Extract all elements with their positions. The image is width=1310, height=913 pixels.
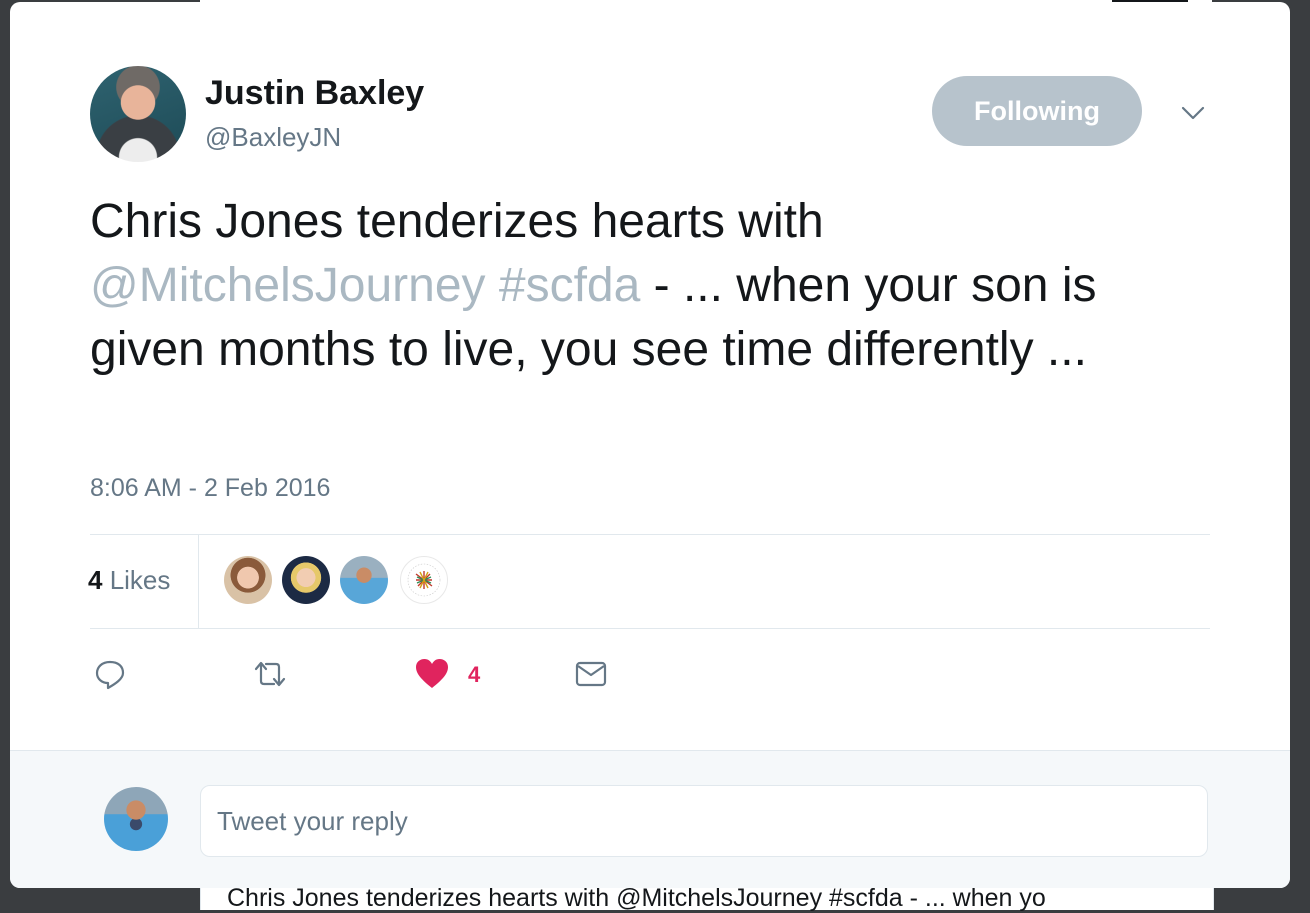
author-avatar[interactable]	[90, 66, 186, 162]
divider	[90, 534, 1210, 535]
reply-input[interactable]	[200, 785, 1208, 857]
liker-avatar[interactable]	[340, 556, 388, 604]
reply-icon[interactable]	[90, 654, 130, 694]
likes-stat[interactable]: 4 Likes	[88, 565, 170, 596]
mention-link[interactable]: @MitchelsJourney	[90, 259, 486, 312]
background-tweet-text: Chris Jones tenderizes hearts with @Mitc…	[227, 884, 1046, 912]
divider	[90, 628, 1210, 629]
tweet-timestamp[interactable]: 8:06 AM - 2 Feb 2016	[90, 474, 330, 503]
tweet-modal: Justin Baxley @BaxleyJN Following Chris …	[10, 2, 1290, 888]
following-button[interactable]: Following	[932, 76, 1142, 146]
current-user-avatar[interactable]	[104, 787, 168, 851]
author-handle[interactable]: @BaxleyJN	[205, 122, 341, 153]
heart-icon[interactable]	[412, 654, 452, 694]
author-name[interactable]: Justin Baxley	[205, 74, 424, 113]
likes-label: Likes	[102, 565, 171, 595]
stats-separator	[198, 534, 199, 628]
tweet-text-space	[486, 259, 499, 312]
hashtag-link[interactable]: #scfda	[499, 259, 640, 312]
liker-avatar[interactable]	[282, 556, 330, 604]
reply-area	[10, 750, 1290, 888]
tweet-text-start: Chris Jones tenderizes hearts with	[90, 195, 824, 248]
foundation-partners-logo[interactable]	[400, 556, 448, 604]
likes-number: 4	[88, 565, 103, 595]
like-count: 4	[468, 662, 481, 687]
envelope-icon[interactable]	[571, 654, 611, 694]
retweet-icon[interactable]	[250, 654, 290, 694]
chevron-down-icon[interactable]	[1178, 98, 1208, 128]
liker-avatar[interactable]	[224, 556, 272, 604]
tweet-text: Chris Jones tenderizes hearts with @Mitc…	[90, 190, 1220, 382]
